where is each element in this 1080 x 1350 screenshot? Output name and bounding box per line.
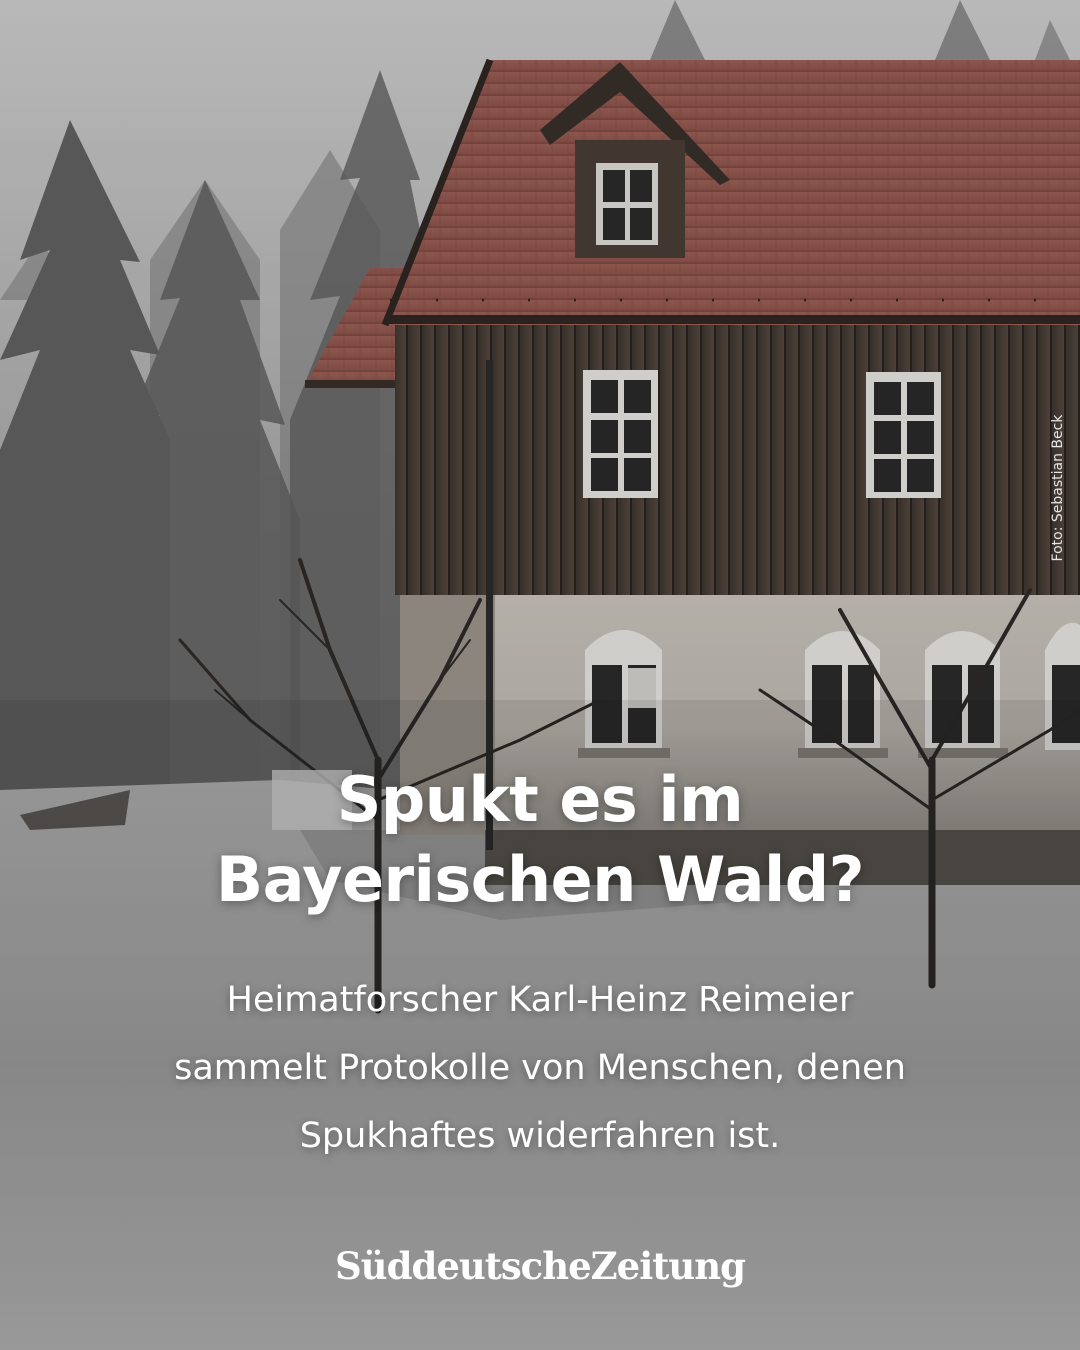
brand-logo: SüddeutscheZeitung [334,1244,746,1288]
subline-line: Spukhaftes widerfahren ist. [299,1116,781,1156]
headline-line: Spukt es im [336,763,744,836]
photo-credit: Foto: Sebastian Beck [1050,414,1066,562]
post-canvas: Spukt es im Bayerischen Wald? Heimatfors… [0,0,1080,1350]
subline-line: Heimatforscher Karl-Heinz Reimeier [226,980,854,1020]
headline: Spukt es im Bayerischen Wald? [0,760,1080,920]
subline: Heimatforscher Karl-Heinz Reimeier samme… [60,966,1020,1170]
subline-line: sammelt Protokolle von Menschen, denen [174,1048,906,1088]
headline-line: Bayerischen Wald? [215,843,865,916]
